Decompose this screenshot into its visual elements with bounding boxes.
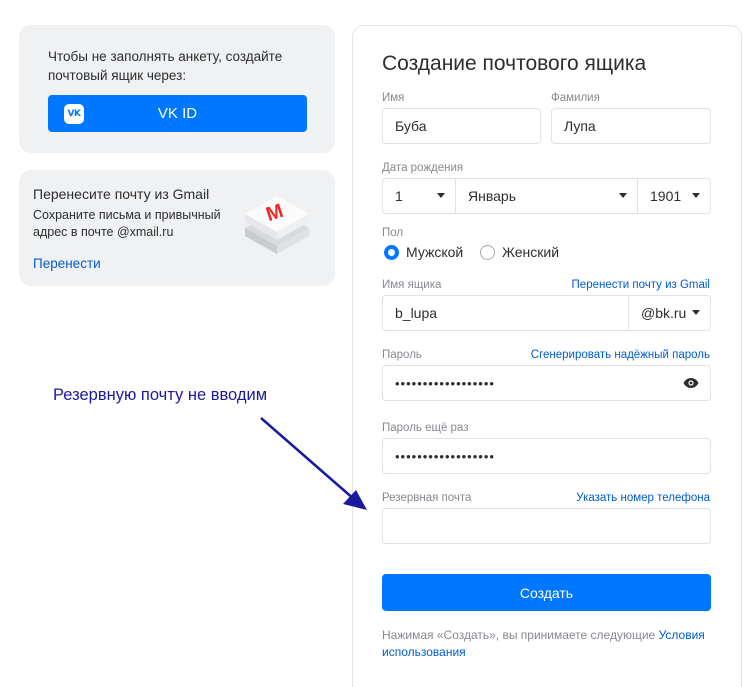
radio-checked-icon — [384, 244, 399, 260]
birth-year-value: 1901 — [650, 188, 682, 204]
gmail-transfer-link[interactable]: Перенести — [33, 256, 101, 271]
vk-id-button[interactable]: VK VK ID — [48, 95, 307, 132]
registration-form: Создание почтового ящика Имя Буба Фамили… — [352, 25, 742, 687]
first-name-input[interactable]: Буба — [382, 108, 541, 144]
password-repeat-label: Пароль ещё раз — [382, 422, 469, 434]
chevron-down-icon — [619, 193, 627, 198]
mailbox-value: b_lupa — [395, 305, 438, 321]
last-name-input[interactable]: Лупа — [551, 108, 711, 144]
birth-day-select[interactable]: 1 — [382, 178, 456, 214]
password-value: •••••••••••••••••• — [395, 375, 495, 391]
last-name-label: Фамилия — [551, 92, 600, 104]
gmail-card-description: Сохраните письма и привычный адрес в поч… — [33, 208, 221, 239]
birth-date-label: Дата рождения — [382, 162, 464, 174]
form-title: Создание почтового ящика — [382, 52, 647, 75]
generate-password-link[interactable]: Сгенерировать надёжный пароль — [531, 349, 710, 361]
first-name-value: Буба — [395, 118, 427, 134]
password-label: Пароль — [382, 349, 422, 361]
gmail-card-title: Перенесите почту из Gmail — [33, 186, 210, 202]
birth-day-value: 1 — [395, 188, 403, 204]
vk-card-text: Чтобы не заполнять анкету, создайте почт… — [48, 49, 283, 83]
password-repeat-input[interactable]: •••••••••••••••••• — [382, 438, 711, 474]
last-name-value: Лупа — [564, 118, 596, 134]
password-repeat-value: •••••••••••••••••• — [395, 448, 495, 464]
first-name-label: Имя — [382, 92, 405, 104]
terms-text: Нажимая «Создать», вы принимаете следующ… — [382, 627, 717, 661]
mailbox-label: Имя ящика — [382, 279, 442, 291]
gender-female-label: Женский — [502, 244, 560, 260]
gmail-import-card: Перенесите почту из Gmail Сохраните пись… — [19, 170, 335, 286]
gender-male-radio[interactable]: Мужской — [384, 244, 463, 260]
radio-unchecked-icon — [480, 244, 495, 260]
vk-id-card: Чтобы не заполнять анкету, создайте почт… — [19, 25, 335, 153]
chevron-down-icon — [692, 193, 700, 198]
domain-select[interactable]: @bk.ru — [628, 295, 711, 331]
birth-month-select[interactable]: Январь — [455, 178, 638, 214]
gmail-envelope-icon: M — [245, 196, 309, 254]
backup-email-label: Резервная почта — [382, 492, 472, 504]
backup-email-input[interactable] — [382, 508, 711, 544]
gender-male-label: Мужской — [406, 244, 464, 260]
gmail-transfer-link-form[interactable]: Перенести почту из Gmail — [572, 279, 710, 291]
gender-label: Пол — [382, 227, 404, 239]
chevron-down-icon — [692, 310, 700, 315]
terms-prefix: Нажимая «Создать», вы принимаете следующ… — [382, 628, 659, 642]
vk-id-button-label: VK ID — [157, 105, 198, 122]
chevron-down-icon — [437, 193, 445, 198]
domain-value: @bk.ru — [641, 305, 687, 321]
annotation-arrow-icon — [260, 417, 367, 510]
gender-female-radio[interactable]: Женский — [480, 244, 559, 260]
vk-logo-icon: VK — [64, 104, 84, 124]
eye-icon[interactable] — [683, 377, 699, 389]
add-phone-link[interactable]: Указать номер телефона — [576, 492, 710, 504]
birth-year-select[interactable]: 1901 — [637, 178, 711, 214]
password-input[interactable]: •••••••••••••••••• — [382, 365, 711, 401]
mailbox-input[interactable]: b_lupa — [382, 295, 629, 331]
birth-month-value: Январь — [468, 188, 516, 204]
create-button[interactable]: Создать — [382, 574, 711, 611]
annotation-text: Резервную почту не вводим — [53, 386, 268, 404]
